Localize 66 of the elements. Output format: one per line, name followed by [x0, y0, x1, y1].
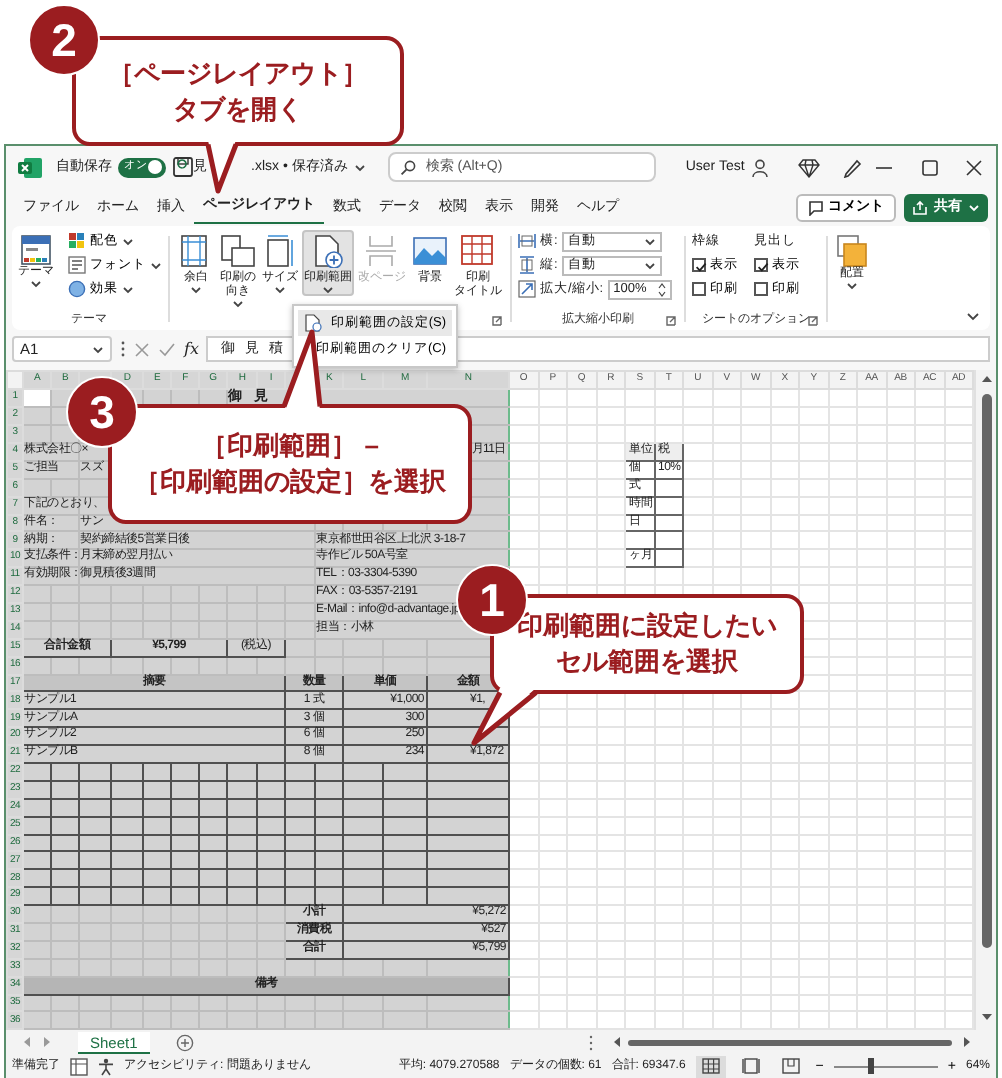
- pen-icon[interactable]: [842, 157, 863, 178]
- check-icon[interactable]: [158, 341, 176, 358]
- more-icon[interactable]: [120, 340, 126, 359]
- landscape-picture-icon: [412, 233, 448, 268]
- share-icon: [912, 199, 928, 216]
- page-break-preview-icon: [781, 1058, 800, 1075]
- two-pages-icon: [220, 233, 256, 268]
- caret-icon: [92, 345, 104, 354]
- search-icon: [399, 159, 416, 176]
- caret-icon: [353, 163, 366, 172]
- caret-icon: [846, 281, 858, 290]
- caret-icon: [30, 279, 42, 288]
- right-arrow-icon[interactable]: [962, 1034, 972, 1051]
- caret-icon: [122, 237, 134, 246]
- cancel-icon[interactable]: [134, 341, 150, 358]
- callout-text: タブを開く: [173, 91, 303, 127]
- font-sample-icon: [68, 256, 86, 275]
- collapse-ribbon-icon[interactable]: [966, 311, 980, 322]
- zoom-slider[interactable]: [833, 1058, 938, 1075]
- dialog-launcher-icon[interactable]: [492, 315, 502, 326]
- callout-text: ［印刷範囲の設定］を選択: [134, 464, 446, 500]
- stacked-squares-icon: [836, 233, 868, 268]
- check-icon: [756, 260, 770, 275]
- add-sheet-icon[interactable]: [175, 1033, 194, 1052]
- palette-icon: [68, 232, 86, 251]
- left-arrow-icon[interactable]: [612, 1034, 622, 1051]
- spreadsheet-logo-icon: [18, 155, 42, 180]
- horizontal-scrollbar[interactable]: [612, 1034, 972, 1051]
- spin-arrows-icon: [657, 281, 666, 298]
- step-number-badge: 2: [28, 4, 100, 76]
- effects-circle-icon: [68, 280, 86, 299]
- caret-icon: [643, 261, 656, 270]
- dialog-launcher-icon[interactable]: [666, 315, 676, 326]
- caret-icon: [150, 261, 162, 270]
- diamond-icon[interactable]: [798, 157, 820, 178]
- caret-icon: [643, 237, 656, 246]
- close-icon[interactable]: [963, 157, 984, 178]
- theme-icon: [20, 233, 52, 266]
- view-button[interactable]: [695, 1055, 726, 1078]
- page-layout-icon: [741, 1058, 760, 1075]
- comment-icon: [808, 199, 824, 216]
- vertical-scrollbar[interactable]: [974, 369, 996, 1031]
- page-break-icon: [364, 233, 400, 268]
- maximize-icon[interactable]: [919, 157, 940, 178]
- grid-table-icon: [460, 233, 496, 268]
- normal-view-icon: [701, 1058, 720, 1075]
- caret-icon: [122, 285, 134, 294]
- scale-icon: [518, 280, 536, 299]
- callout-text: ［ページレイアウト］: [108, 55, 368, 91]
- height-arrows-icon: [518, 256, 536, 275]
- previous-sheet-icon[interactable]: [22, 1036, 32, 1049]
- save-icon[interactable]: [171, 156, 193, 179]
- page-size-icon: [262, 233, 298, 268]
- accessibility-person-icon: [98, 1057, 114, 1076]
- page-plus-icon: [310, 233, 346, 268]
- person-icon[interactable]: [750, 157, 771, 178]
- callout-text: セル範囲を選択: [556, 644, 738, 680]
- next-sheet-icon[interactable]: [42, 1036, 52, 1049]
- caret-icon: [968, 203, 980, 212]
- callout-text: ［印刷範囲］ –: [201, 428, 379, 464]
- dialog-launcher-icon[interactable]: [808, 315, 818, 326]
- check-icon: [694, 260, 708, 275]
- insert-function-button[interactable]: fx: [184, 337, 199, 362]
- page-plus-icon: [304, 314, 322, 332]
- slider-thumb[interactable]: [867, 1058, 874, 1075]
- width-arrows-icon: [518, 232, 536, 251]
